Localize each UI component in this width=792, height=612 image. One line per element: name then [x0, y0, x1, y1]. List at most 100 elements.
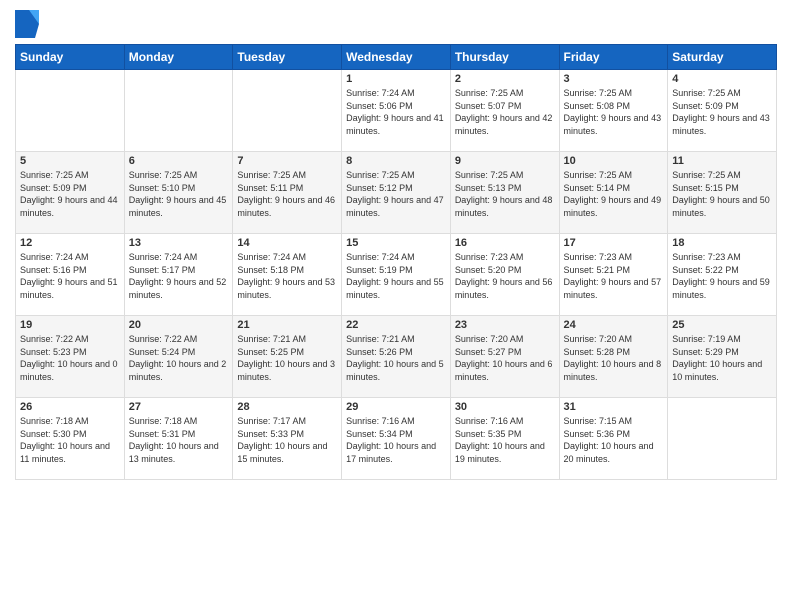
day-number: 21 — [237, 319, 337, 331]
day-info: Sunrise: 7:25 AM Sunset: 5:13 PM Dayligh… — [455, 169, 555, 219]
day-number: 24 — [564, 319, 664, 331]
day-info: Sunrise: 7:19 AM Sunset: 5:29 PM Dayligh… — [672, 333, 772, 383]
calendar-cell: 18 Sunrise: 7:23 AM Sunset: 5:22 PM Dayli… — [668, 234, 777, 316]
day-number: 22 — [346, 319, 446, 331]
day-number: 15 — [346, 237, 446, 249]
calendar-day-header: Tuesday — [233, 45, 342, 70]
calendar-day-header: Sunday — [16, 45, 125, 70]
calendar-cell: 29Sunrise: 7:16 AM Sunset: 5:34 PM Dayli… — [342, 398, 451, 480]
calendar-cell: 13 Sunrise: 7:24 AM Sunset: 5:17 PM Dayli… — [124, 234, 233, 316]
day-number: 13 — [129, 237, 229, 249]
day-info: Sunrise: 7:25 AM Sunset: 5:14 PM Dayligh… — [564, 169, 664, 219]
calendar-week-row: 1Sunrise: 7:24 AM Sunset: 5:06 PM Daylig… — [16, 70, 777, 152]
day-number: 31 — [564, 401, 664, 413]
logo-icon — [15, 10, 39, 38]
calendar-day-header: Thursday — [450, 45, 559, 70]
day-info: Sunrise: 7:25 AM Sunset: 5:09 PM Dayligh… — [20, 169, 120, 219]
day-info: Sunrise: 7:18 AM Sunset: 5:31 PM Dayligh… — [129, 415, 229, 465]
calendar-day-header: Saturday — [668, 45, 777, 70]
calendar-cell: 19 Sunrise: 7:22 AM Sunset: 5:23 PM Dayli… — [16, 316, 125, 398]
calendar-cell: 23 Sunrise: 7:20 AM Sunset: 5:27 PM Dayli… — [450, 316, 559, 398]
calendar-cell: 14Sunrise: 7:24 AM Sunset: 5:18 PM Dayli… — [233, 234, 342, 316]
logo — [15, 10, 43, 38]
day-info: Sunrise: 7:24 AM Sunset: 5:17 PM Dayligh… — [129, 251, 229, 301]
day-info: Sunrise: 7:15 AM Sunset: 5:36 PM Dayligh… — [564, 415, 664, 465]
calendar-week-row: 26 Sunrise: 7:18 AM Sunset: 5:30 PM Dayli… — [16, 398, 777, 480]
day-info: Sunrise: 7:22 AM Sunset: 5:23 PM Dayligh… — [20, 333, 120, 383]
calendar-cell: 26 Sunrise: 7:18 AM Sunset: 5:30 PM Dayli… — [16, 398, 125, 480]
day-info: Sunrise: 7:24 AM Sunset: 5:16 PM Dayligh… — [20, 251, 120, 301]
day-number: 23 — [455, 319, 555, 331]
day-number: 5 — [20, 155, 120, 167]
day-number: 14 — [237, 237, 337, 249]
calendar-cell: 17 Sunrise: 7:23 AM Sunset: 5:21 PM Dayli… — [559, 234, 668, 316]
day-info: Sunrise: 7:21 AM Sunset: 5:26 PM Dayligh… — [346, 333, 446, 383]
day-info: Sunrise: 7:20 AM Sunset: 5:27 PM Dayligh… — [455, 333, 555, 383]
calendar-cell: 4Sunrise: 7:25 AM Sunset: 5:09 PM Daylig… — [668, 70, 777, 152]
calendar-cell: 7 Sunrise: 7:25 AM Sunset: 5:11 PM Daylig… — [233, 152, 342, 234]
calendar-cell — [124, 70, 233, 152]
day-info: Sunrise: 7:25 AM Sunset: 5:07 PM Dayligh… — [455, 87, 555, 137]
day-info: Sunrise: 7:24 AM Sunset: 5:19 PM Dayligh… — [346, 251, 446, 301]
calendar-cell: 20 Sunrise: 7:22 AM Sunset: 5:24 PM Dayli… — [124, 316, 233, 398]
calendar-cell: 2Sunrise: 7:25 AM Sunset: 5:07 PM Daylig… — [450, 70, 559, 152]
day-number: 27 — [129, 401, 229, 413]
day-number: 6 — [129, 155, 229, 167]
calendar-day-header: Wednesday — [342, 45, 451, 70]
day-number: 25 — [672, 319, 772, 331]
day-number: 12 — [20, 237, 120, 249]
day-number: 17 — [564, 237, 664, 249]
calendar-cell — [668, 398, 777, 480]
calendar-cell: 25 Sunrise: 7:19 AM Sunset: 5:29 PM Dayli… — [668, 316, 777, 398]
day-info: Sunrise: 7:16 AM Sunset: 5:35 PM Dayligh… — [455, 415, 555, 465]
calendar-cell: 8 Sunrise: 7:25 AM Sunset: 5:12 PM Daylig… — [342, 152, 451, 234]
day-info: Sunrise: 7:23 AM Sunset: 5:20 PM Dayligh… — [455, 251, 555, 301]
calendar-cell: 31 Sunrise: 7:15 AM Sunset: 5:36 PM Dayli… — [559, 398, 668, 480]
day-info: Sunrise: 7:23 AM Sunset: 5:22 PM Dayligh… — [672, 251, 772, 301]
page: SundayMondayTuesdayWednesdayThursdayFrid… — [0, 0, 792, 612]
day-info: Sunrise: 7:18 AM Sunset: 5:30 PM Dayligh… — [20, 415, 120, 465]
day-number: 8 — [346, 155, 446, 167]
calendar-cell: 27 Sunrise: 7:18 AM Sunset: 5:31 PM Dayli… — [124, 398, 233, 480]
calendar-cell: 9 Sunrise: 7:25 AM Sunset: 5:13 PM Daylig… — [450, 152, 559, 234]
day-number: 7 — [237, 155, 337, 167]
calendar-header-row: SundayMondayTuesdayWednesdayThursdayFrid… — [16, 45, 777, 70]
day-info: Sunrise: 7:22 AM Sunset: 5:24 PM Dayligh… — [129, 333, 229, 383]
calendar-cell: 24Sunrise: 7:20 AM Sunset: 5:28 PM Dayli… — [559, 316, 668, 398]
calendar-cell — [16, 70, 125, 152]
day-info: Sunrise: 7:25 AM Sunset: 5:11 PM Dayligh… — [237, 169, 337, 219]
calendar-day-header: Monday — [124, 45, 233, 70]
calendar-cell: 21Sunrise: 7:21 AM Sunset: 5:25 PM Dayli… — [233, 316, 342, 398]
calendar-day-header: Friday — [559, 45, 668, 70]
day-info: Sunrise: 7:25 AM Sunset: 5:08 PM Dayligh… — [564, 87, 664, 137]
header — [15, 10, 777, 38]
day-info: Sunrise: 7:25 AM Sunset: 5:15 PM Dayligh… — [672, 169, 772, 219]
calendar-cell: 10 Sunrise: 7:25 AM Sunset: 5:14 PM Dayli… — [559, 152, 668, 234]
day-number: 18 — [672, 237, 772, 249]
day-number: 1 — [346, 73, 446, 85]
calendar-cell: 11Sunrise: 7:25 AM Sunset: 5:15 PM Dayli… — [668, 152, 777, 234]
day-number: 28 — [237, 401, 337, 413]
calendar-cell: 12 Sunrise: 7:24 AM Sunset: 5:16 PM Dayli… — [16, 234, 125, 316]
day-info: Sunrise: 7:16 AM Sunset: 5:34 PM Dayligh… — [346, 415, 446, 465]
calendar-cell: 6 Sunrise: 7:25 AM Sunset: 5:10 PM Daylig… — [124, 152, 233, 234]
day-number: 9 — [455, 155, 555, 167]
day-number: 20 — [129, 319, 229, 331]
day-number: 4 — [672, 73, 772, 85]
calendar-table: SundayMondayTuesdayWednesdayThursdayFrid… — [15, 44, 777, 480]
calendar-cell: 28Sunrise: 7:17 AM Sunset: 5:33 PM Dayli… — [233, 398, 342, 480]
calendar-week-row: 12 Sunrise: 7:24 AM Sunset: 5:16 PM Dayli… — [16, 234, 777, 316]
day-number: 3 — [564, 73, 664, 85]
calendar-cell: 30 Sunrise: 7:16 AM Sunset: 5:35 PM Dayli… — [450, 398, 559, 480]
day-number: 19 — [20, 319, 120, 331]
day-info: Sunrise: 7:23 AM Sunset: 5:21 PM Dayligh… — [564, 251, 664, 301]
calendar-cell: 3 Sunrise: 7:25 AM Sunset: 5:08 PM Daylig… — [559, 70, 668, 152]
day-number: 26 — [20, 401, 120, 413]
day-info: Sunrise: 7:25 AM Sunset: 5:10 PM Dayligh… — [129, 169, 229, 219]
day-number: 30 — [455, 401, 555, 413]
calendar-week-row: 19 Sunrise: 7:22 AM Sunset: 5:23 PM Dayli… — [16, 316, 777, 398]
calendar-cell — [233, 70, 342, 152]
day-info: Sunrise: 7:25 AM Sunset: 5:12 PM Dayligh… — [346, 169, 446, 219]
calendar-cell: 22 Sunrise: 7:21 AM Sunset: 5:26 PM Dayli… — [342, 316, 451, 398]
day-number: 10 — [564, 155, 664, 167]
